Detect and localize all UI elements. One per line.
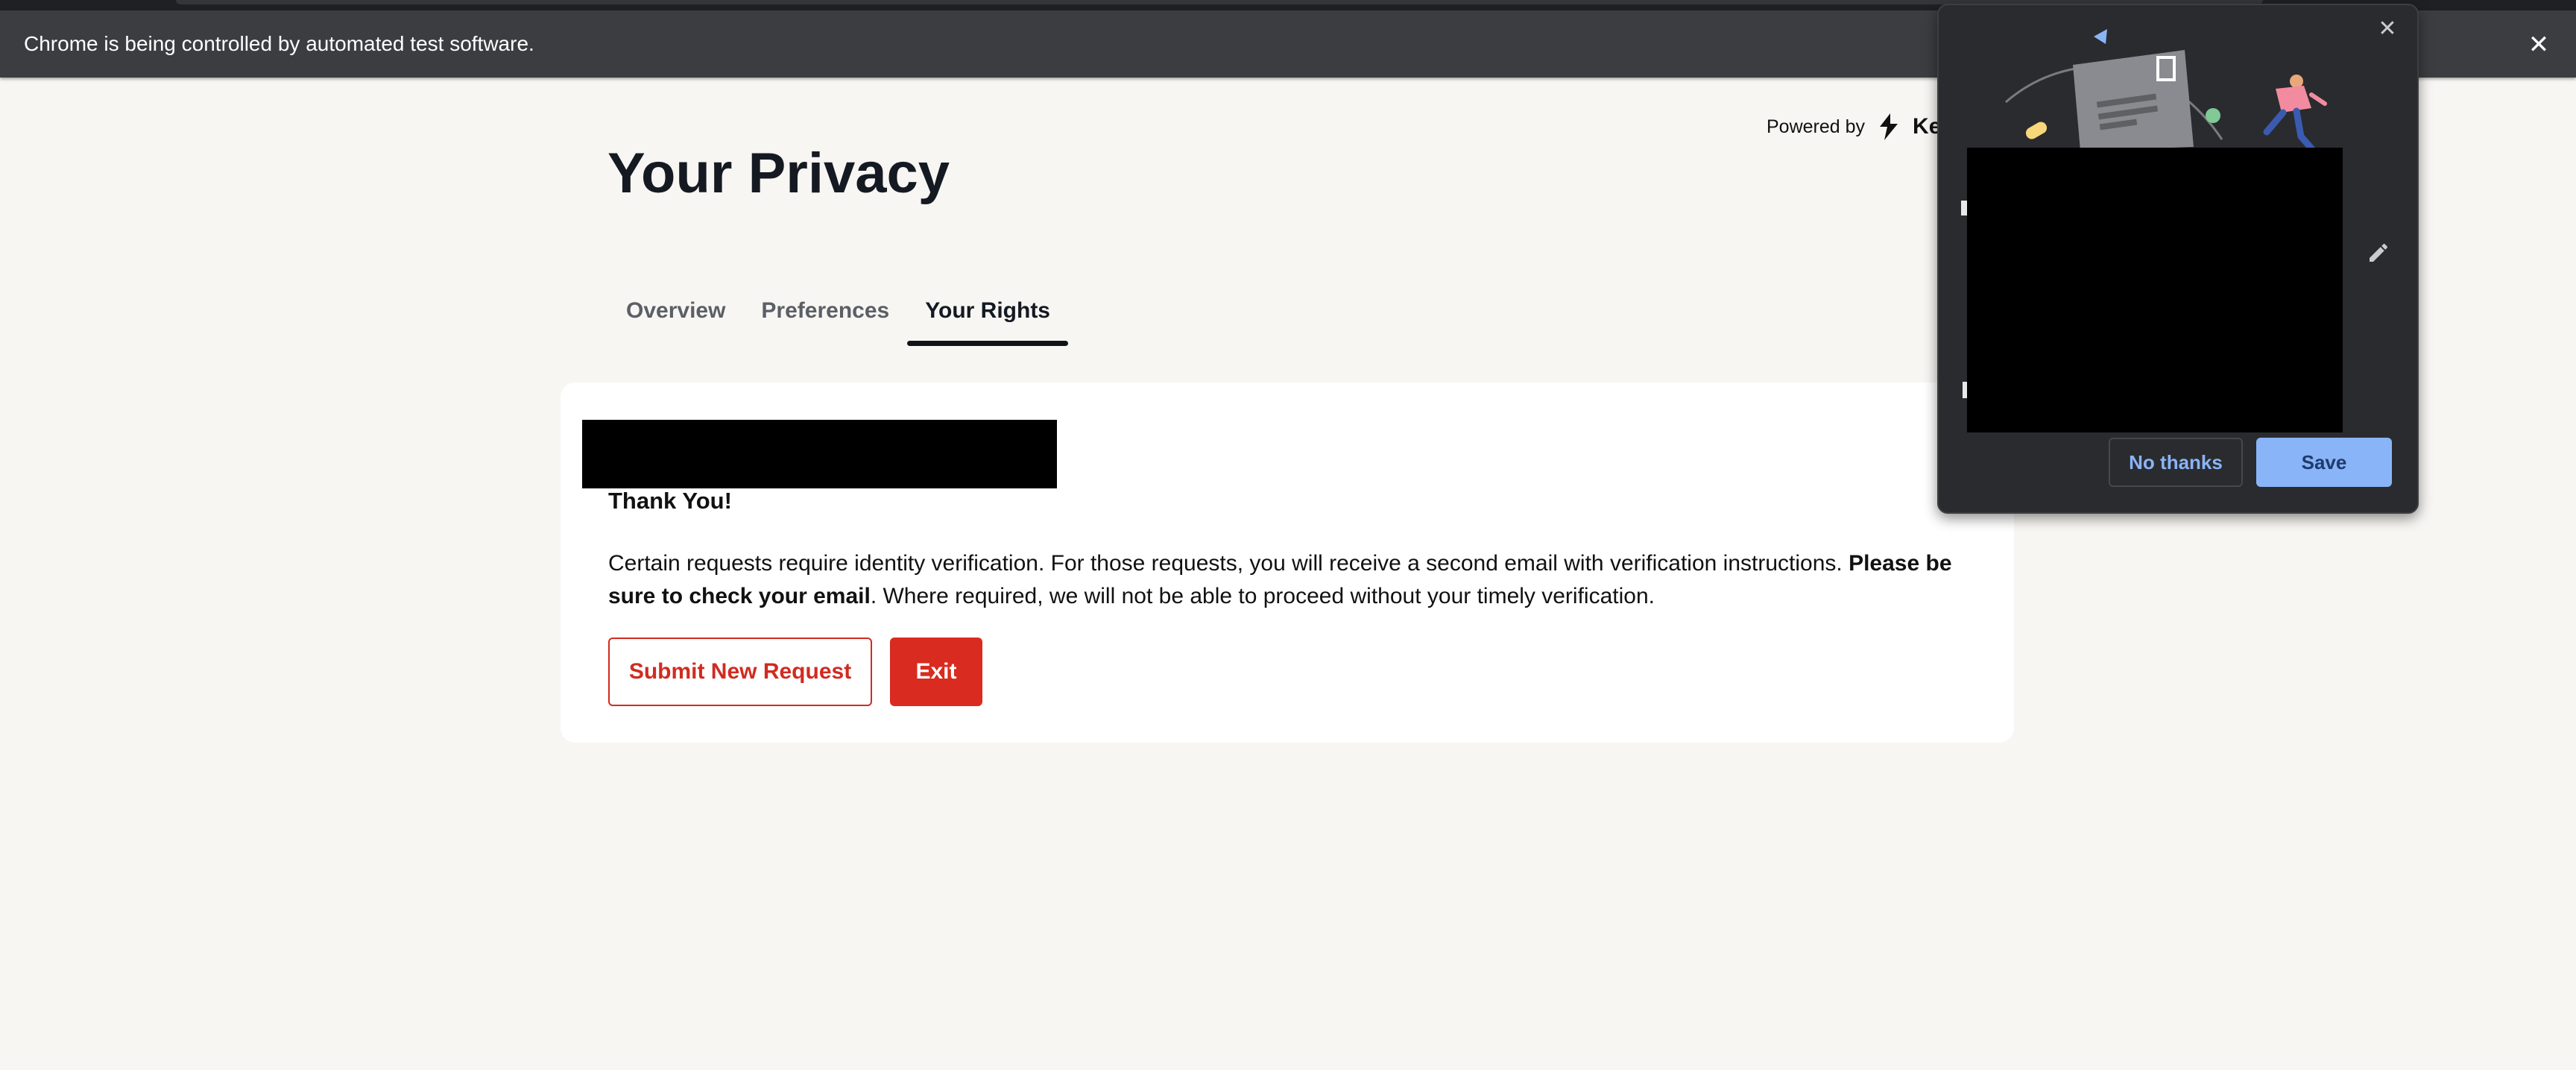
save-button[interactable]: Save bbox=[2256, 438, 2392, 487]
save-password-popup: ✕ No thanks Save bbox=[1937, 4, 2419, 514]
page-title: Your Privacy bbox=[607, 142, 950, 205]
illustration-icon bbox=[2005, 29, 2327, 152]
partial-text bbox=[1961, 201, 1967, 215]
close-icon[interactable]: ✕ bbox=[2374, 16, 2401, 43]
close-icon[interactable]: ✕ bbox=[2524, 30, 2554, 60]
privacy-tabs: Overview Preferences Your Rights bbox=[608, 292, 1068, 346]
infobar-message: Chrome is being controlled by automated … bbox=[24, 32, 534, 55]
browser-window: Chrome is being controlled by automated … bbox=[0, 0, 2576, 1070]
pencil-icon[interactable] bbox=[2367, 241, 2390, 265]
thank-you-heading: Thank You! bbox=[608, 488, 732, 514]
brand-logo-icon bbox=[1880, 113, 1898, 140]
message-text-end: . Where required, we will not be able to… bbox=[870, 584, 1655, 608]
tab-overview[interactable]: Overview bbox=[608, 292, 743, 339]
tab-your-rights[interactable]: Your Rights bbox=[907, 292, 1068, 346]
powered-by: Powered by Ke bbox=[1767, 112, 1941, 142]
submit-new-request-button[interactable]: Submit New Request bbox=[608, 638, 872, 706]
redacted-block bbox=[582, 420, 1057, 488]
confirmation-card: Thank You! Certain requests require iden… bbox=[561, 383, 2014, 743]
powered-by-label: Powered by bbox=[1767, 116, 1866, 137]
message-text-start: Certain requests require identity verifi… bbox=[608, 551, 1849, 576]
no-thanks-button[interactable]: No thanks bbox=[2109, 438, 2243, 487]
tab-preferences[interactable]: Preferences bbox=[743, 292, 907, 339]
exit-button[interactable]: Exit bbox=[890, 638, 982, 706]
redacted-block bbox=[1967, 148, 2343, 432]
verification-message: Certain requests require identity verifi… bbox=[608, 547, 1980, 613]
